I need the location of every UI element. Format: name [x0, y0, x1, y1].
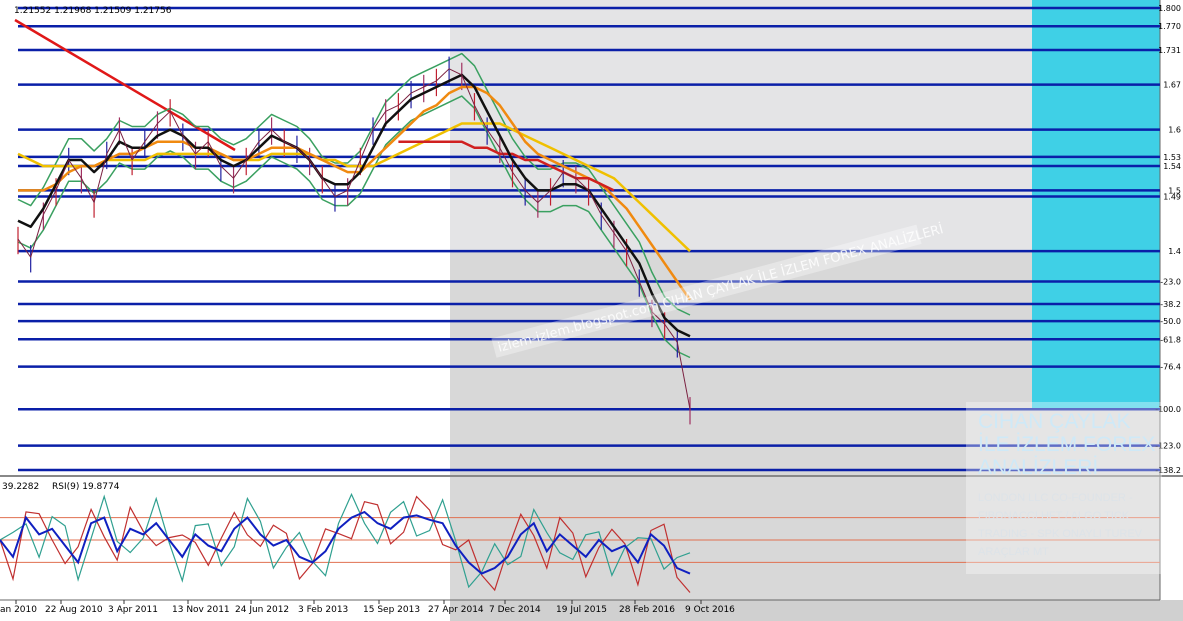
logo-title: CIHAN ÇAYLAK İLE İZLEM FOREX ANALİZLERİ	[978, 410, 1156, 479]
price-label: 1.731	[1158, 46, 1181, 55]
x-tick-label: 28 Feb 2016	[619, 605, 675, 615]
ohlc-readout: 1.21552 1.21968 1.21509 1.21756	[14, 6, 172, 16]
price-label: 1.770	[1158, 22, 1181, 31]
price-label: 1.6	[1168, 126, 1181, 135]
cyan-shaded-zone	[1032, 0, 1160, 410]
x-tick-label: 15 Sep 2013	[363, 605, 420, 615]
x-tick-label: 9 Oct 2016	[685, 605, 735, 615]
x-tick-label: an 2010	[0, 605, 37, 615]
price-label: -38.2	[1160, 300, 1181, 309]
price-label: -76.4	[1160, 363, 1181, 372]
x-tick-label: 24 Jun 2012	[235, 605, 289, 615]
x-tick-label: 3 Apr 2011	[108, 605, 158, 615]
rsi-left-value: 39.2282	[2, 482, 39, 492]
price-label: 1.49	[1163, 192, 1181, 201]
price-label: -50.0	[1160, 317, 1181, 326]
logo-subtitle: LONDON LLC CO-FOUNDER - FIBONACCI HFT / …	[978, 492, 1143, 558]
x-tick-label: 3 Feb 2013	[298, 605, 348, 615]
rsi-label: RSI(9) 19.8774	[52, 482, 120, 492]
x-tick-label: 27 Apr 2014	[428, 605, 484, 615]
price-label: 1.67	[1163, 81, 1181, 90]
price-label: -23.0	[1160, 278, 1181, 287]
price-label: 1.4	[1168, 247, 1181, 256]
x-tick-label: 7 Dec 2014	[489, 605, 541, 615]
x-tick-label: 13 Nov 2011	[172, 605, 230, 615]
x-tick-label: 22 Aug 2010	[45, 605, 103, 615]
price-label: 1.53	[1163, 153, 1181, 162]
x-tick-label: 19 Jul 2015	[556, 605, 607, 615]
price-label: -61.8	[1160, 335, 1181, 344]
price-label: 1.800	[1158, 4, 1181, 13]
price-label: 1.54	[1163, 162, 1181, 171]
